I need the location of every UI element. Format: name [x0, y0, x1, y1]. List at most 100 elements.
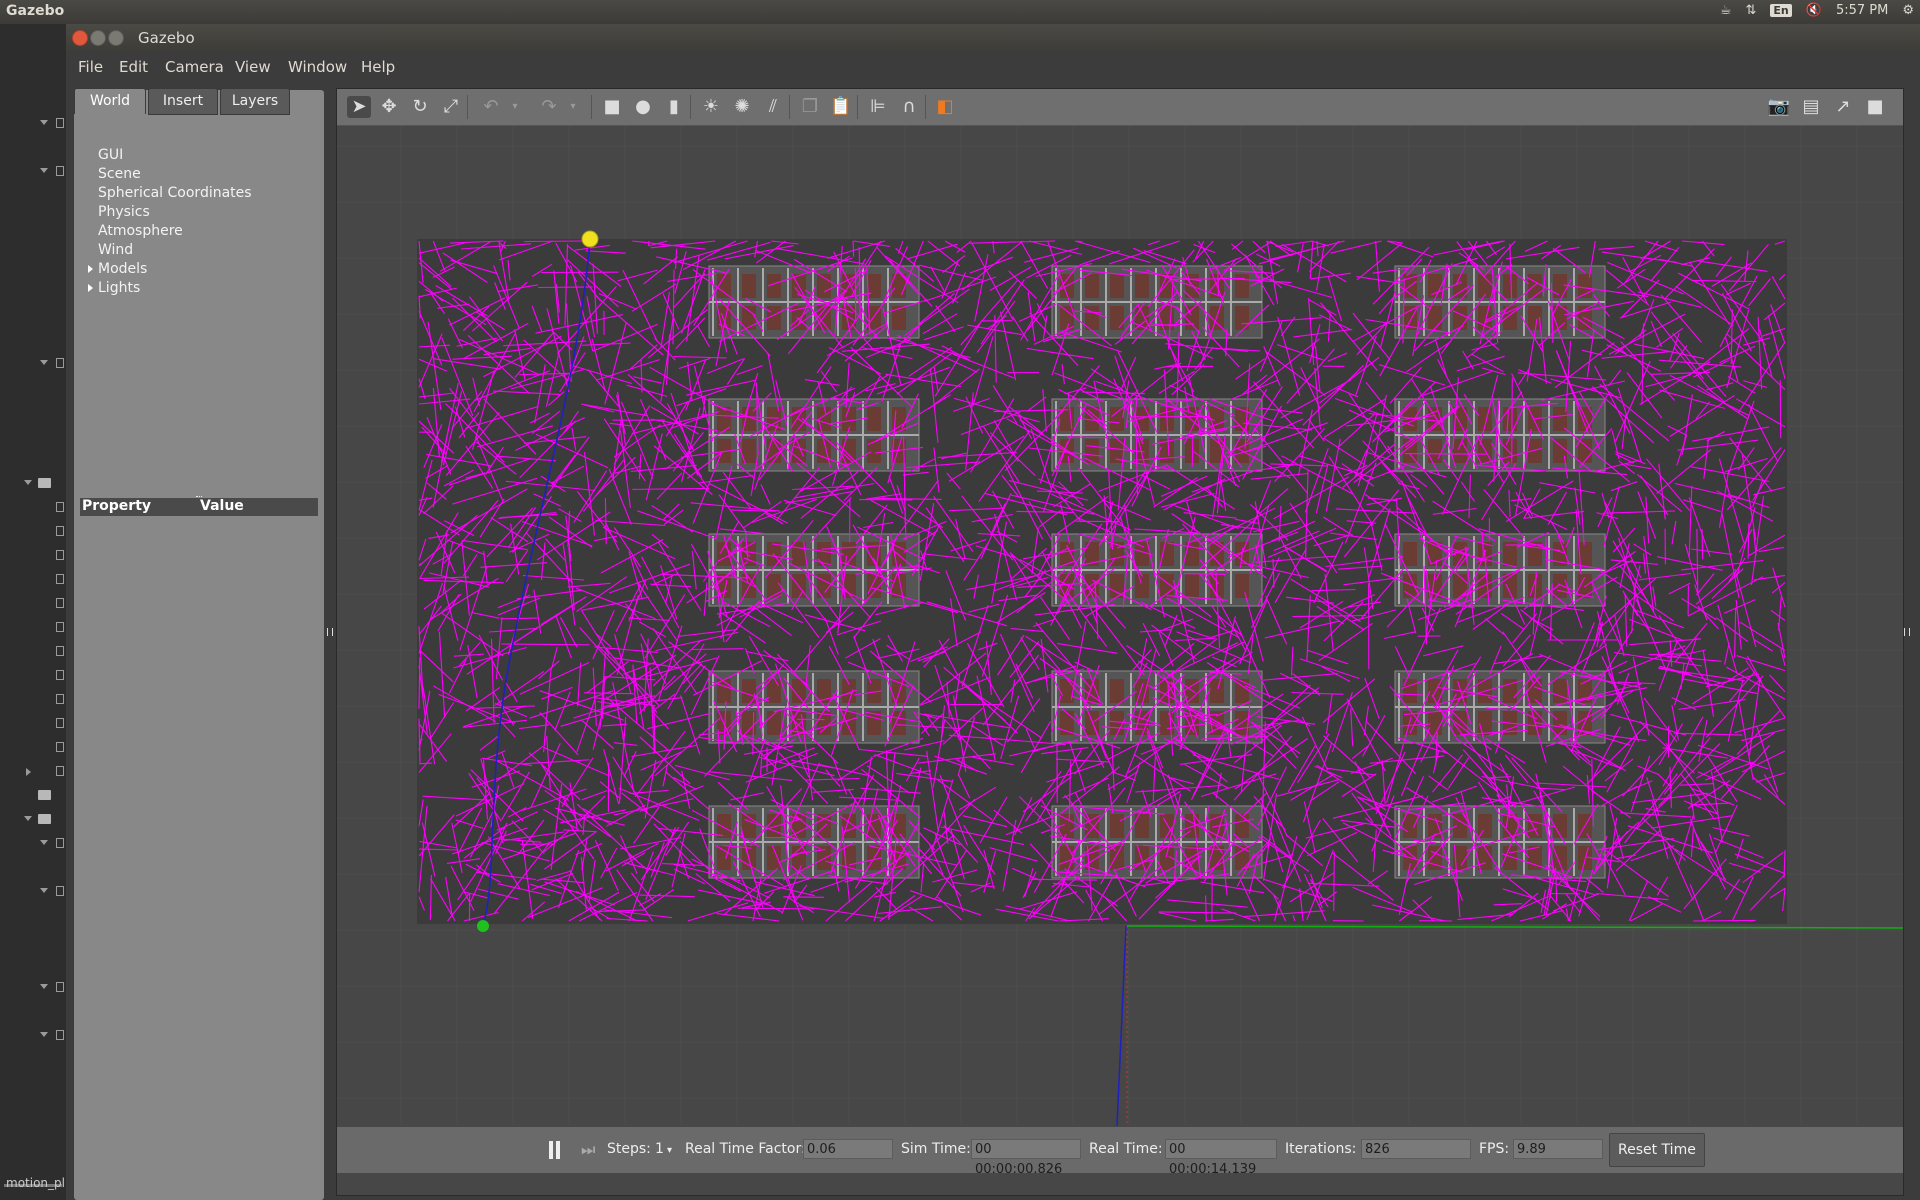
3d-viewport[interactable] — [337, 126, 1903, 1126]
sphere-shape-icon[interactable]: ● — [631, 96, 655, 118]
view-angle-icon[interactable]: ◧ — [933, 96, 957, 118]
rrt-edge — [783, 896, 825, 898]
cylinder-shape-icon[interactable]: ▮ — [662, 96, 686, 118]
chevron-down-icon[interactable] — [40, 840, 48, 845]
chevron-down-icon[interactable] — [40, 168, 48, 173]
undo-icon[interactable]: ↶ — [479, 96, 503, 118]
tree-item-scene[interactable]: Scene — [98, 166, 141, 182]
chevron-down-icon[interactable] — [40, 984, 48, 989]
step-forward-icon[interactable]: ⏭ — [581, 1140, 595, 1160]
expand-arrow-icon[interactable] — [88, 284, 93, 292]
expand-arrow-icon[interactable] — [88, 265, 93, 273]
steps-dropdown-icon[interactable]: ▾ — [667, 1145, 672, 1156]
file-icon — [56, 118, 64, 128]
rtf-field[interactable]: 0.06 — [803, 1139, 893, 1159]
menu-bar: File Edit Camera View Window Help — [66, 52, 1920, 82]
tab-insert[interactable]: Insert — [148, 88, 218, 115]
tab-world[interactable]: World — [74, 88, 146, 114]
left-panel: World Insert Layers GUI Scene Spherical … — [74, 88, 324, 1200]
tab-layers[interactable]: Layers — [220, 88, 290, 115]
menu-window[interactable]: Window — [288, 58, 347, 76]
menu-file[interactable]: File — [78, 58, 103, 76]
rrt-edge — [1693, 919, 1756, 922]
pause-icon[interactable] — [547, 1141, 561, 1159]
menu-camera[interactable]: Camera — [165, 58, 224, 76]
chevron-down-icon[interactable] — [40, 120, 48, 125]
file-icon — [56, 574, 64, 584]
align-icon[interactable]: ⊫ — [866, 96, 890, 118]
tree-item-gui[interactable]: GUI — [98, 147, 123, 163]
real-time-label: Real Time: — [1089, 1141, 1163, 1157]
tree-item-wind[interactable]: Wind — [98, 242, 133, 258]
minimize-button[interactable] — [90, 30, 106, 46]
scale-mode-icon[interactable]: ⤢ — [439, 96, 463, 118]
paste-icon[interactable]: 📋 — [829, 96, 853, 118]
chevron-down-icon[interactable] — [24, 816, 32, 821]
maximize-button[interactable] — [108, 30, 124, 46]
folder-icon — [38, 478, 51, 488]
file-icon — [56, 982, 64, 992]
tree-item-spherical-coordinates[interactable]: Spherical Coordinates — [98, 185, 252, 201]
directional-light-icon[interactable]: ⫽ — [761, 96, 785, 118]
input-method-indicator[interactable]: En — [1770, 4, 1792, 17]
volume-muted-icon[interactable]: 🔇 — [1806, 3, 1822, 18]
toolbar-separator — [690, 95, 691, 119]
iterations-label: Iterations: — [1285, 1141, 1357, 1157]
fps-field[interactable]: 9.89 — [1513, 1139, 1603, 1159]
scene-canvas[interactable] — [337, 126, 1903, 1126]
spot-light-icon[interactable]: ✺ — [730, 96, 754, 118]
os-top-bar: Gazebo ☕ ⇅ En 🔇 5:57 PM ⚙ — [0, 0, 1920, 24]
right-splitter-handle[interactable] — [1904, 628, 1910, 636]
redo-dropdown-icon[interactable]: ▾ — [561, 96, 585, 118]
coffee-icon[interactable]: ☕ — [1720, 3, 1732, 18]
select-arrow-icon[interactable]: ➤ — [347, 96, 371, 118]
tree-item-models[interactable]: Models — [98, 261, 147, 277]
iterations-field[interactable]: 826 — [1361, 1139, 1471, 1159]
file-tree-footer: motion_pl — [6, 1176, 65, 1190]
screenshot-camera-icon[interactable]: 📷 — [1767, 96, 1791, 118]
box-shape-icon[interactable]: ■ — [600, 96, 624, 118]
render-toolbar: ➤ ✥ ↻ ⤢ ↶ ▾ ↷ ▾ ■ ● ▮ ☀ ✺ ⫽ ❐ 📋 ⊫ ∩ ◧ 📷 — [337, 89, 1903, 126]
window-titlebar: Gazebo — [66, 24, 1920, 52]
real-time-field[interactable]: 00 00:00:14.139 — [1165, 1139, 1277, 1177]
value-column-header: Value — [200, 498, 244, 514]
close-button[interactable] — [72, 30, 88, 46]
tree-item-lights[interactable]: Lights — [98, 280, 140, 296]
reset-time-button[interactable]: Reset Time — [1609, 1133, 1705, 1167]
copy-icon[interactable]: ❐ — [798, 96, 822, 118]
undo-dropdown-icon[interactable]: ▾ — [503, 96, 527, 118]
chevron-right-icon[interactable] — [26, 768, 31, 776]
translate-mode-icon[interactable]: ✥ — [377, 96, 401, 118]
chevron-down-icon[interactable] — [24, 480, 32, 485]
chevron-down-icon[interactable] — [40, 888, 48, 893]
chevron-down-icon[interactable] — [40, 360, 48, 365]
folder-icon — [38, 790, 51, 800]
sim-time-field[interactable]: 00 00:00:00.826 — [971, 1139, 1081, 1177]
tree-item-physics[interactable]: Physics — [98, 204, 150, 220]
start-marker[interactable] — [581, 230, 599, 248]
chevron-down-icon[interactable] — [40, 1032, 48, 1037]
shelf-block — [708, 398, 920, 472]
goal-marker[interactable] — [477, 920, 489, 932]
redo-icon[interactable]: ↷ — [537, 96, 561, 118]
plot-icon[interactable]: ↗ — [1831, 96, 1855, 118]
rrt-edge — [1511, 377, 1513, 464]
menu-view[interactable]: View — [235, 58, 271, 76]
left-splitter-handle[interactable] — [327, 628, 333, 636]
rotate-mode-icon[interactable]: ↻ — [408, 96, 432, 118]
log-record-icon[interactable]: ▤ — [1799, 96, 1823, 118]
menu-edit[interactable]: Edit — [119, 58, 148, 76]
file-icon — [56, 646, 64, 656]
menu-help[interactable]: Help — [361, 58, 395, 76]
point-light-icon[interactable]: ☀ — [699, 96, 723, 118]
network-arrows-icon[interactable]: ⇅ — [1746, 3, 1757, 18]
gear-icon[interactable]: ⚙ — [1902, 3, 1914, 18]
steps-value[interactable]: 1 — [655, 1141, 664, 1157]
snap-magnet-icon[interactable]: ∩ — [897, 96, 921, 118]
tree-item-atmosphere[interactable]: Atmosphere — [98, 223, 183, 239]
property-column-header: Property — [82, 498, 152, 514]
shelf-block — [1051, 533, 1263, 607]
rrt-edge — [737, 907, 815, 910]
clock[interactable]: 5:57 PM — [1836, 3, 1888, 18]
video-record-icon[interactable]: ■ — [1863, 96, 1887, 118]
